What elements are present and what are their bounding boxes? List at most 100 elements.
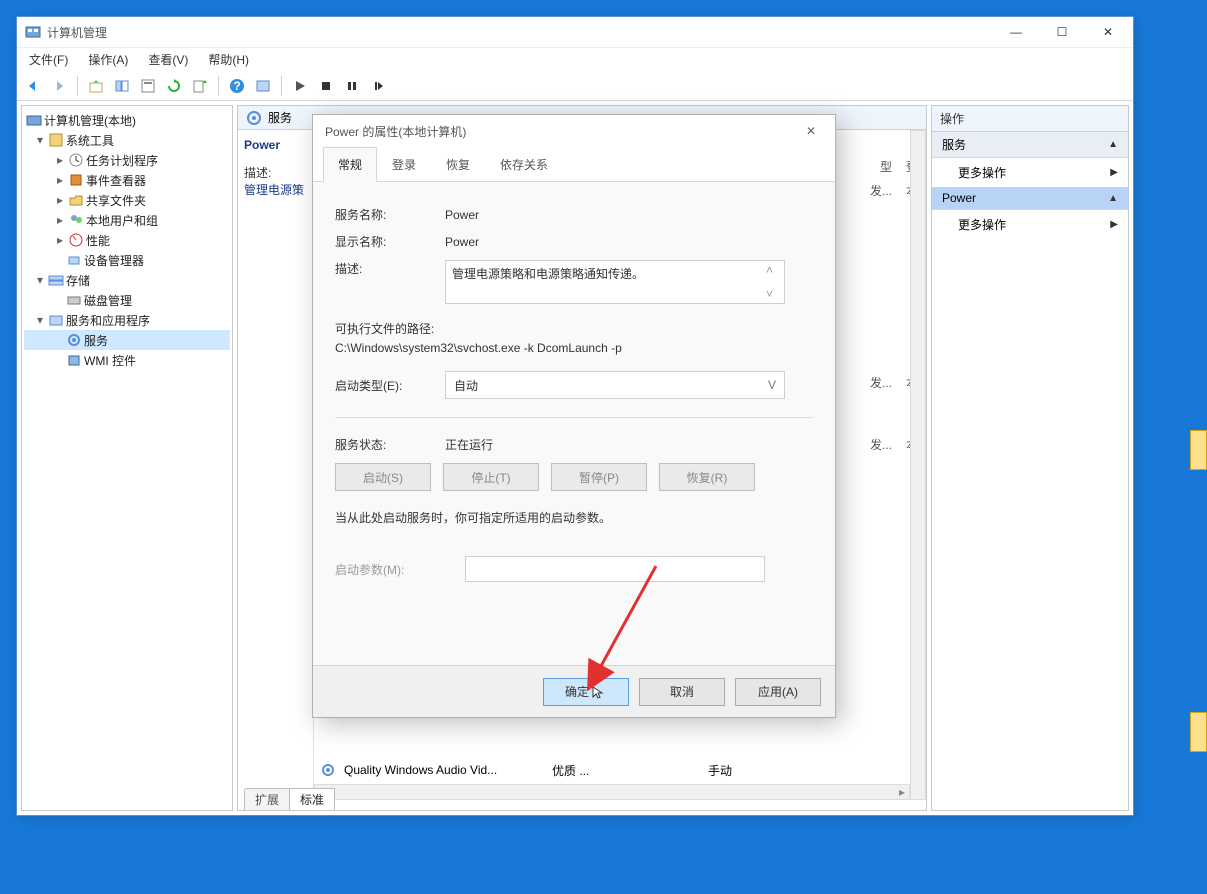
grid-button[interactable] <box>251 74 275 98</box>
tree-root[interactable]: 计算机管理(本地) <box>24 110 230 130</box>
label-description: 描述: <box>335 260 445 277</box>
resume-button[interactable]: 恢复(R) <box>659 463 755 491</box>
label-service-status: 服务状态: <box>335 436 445 453</box>
nav-tree[interactable]: 计算机管理(本地) ▾系统工具 ▸任务计划程序 ▸事件查看器 ▸共享文件夹 ▸本… <box>21 105 233 811</box>
tree-event-viewer[interactable]: ▸事件查看器 <box>24 170 230 190</box>
up-button[interactable] <box>84 74 108 98</box>
value-description: 管理电源策略和电源策略通知传递。 <box>452 265 644 282</box>
show-hide-tree-button[interactable] <box>110 74 134 98</box>
chevron-right-icon: ▶ <box>1110 167 1118 178</box>
tab-recovery[interactable]: 恢复 <box>431 147 485 182</box>
start-params-input[interactable] <box>465 556 765 582</box>
services-icon <box>246 110 262 126</box>
start-type-select[interactable]: 自动 V <box>445 371 785 399</box>
stop-button[interactable]: 停止(T) <box>443 463 539 491</box>
tree-device-manager[interactable]: 设备管理器 <box>24 250 230 270</box>
row-hint2: 发... <box>870 374 892 391</box>
svg-text:?: ? <box>233 79 240 93</box>
properties-toolbar-button[interactable] <box>136 74 160 98</box>
dialog-body: 服务名称:Power 显示名称:Power 描述: 管理电源策略和电源策略通知传… <box>313 182 835 606</box>
minimize-button[interactable]: — <box>993 17 1039 47</box>
menu-file[interactable]: 文件(F) <box>25 49 72 70</box>
row-name: Quality Windows Audio Vid... <box>344 763 544 777</box>
description-textarea[interactable]: 管理电源策略和电源策略通知传递。 ˄˅ <box>445 260 785 304</box>
desktop-folder-icon <box>1190 430 1207 470</box>
dialog-close-button[interactable]: ✕ <box>791 117 831 145</box>
stop-toolbar-button[interactable] <box>314 74 338 98</box>
tab-dependencies[interactable]: 依存关系 <box>485 147 563 182</box>
label-start-type: 启动类型(E): <box>335 377 445 394</box>
view-tabs: 扩展 标准 <box>238 788 334 810</box>
spin-buttons[interactable]: ˄˅ <box>766 263 782 301</box>
ok-button[interactable]: 确定 <box>543 678 629 706</box>
actions-header: 操作 <box>932 106 1128 132</box>
service-desc-panel: Power 描述: 管理电源策 <box>238 130 313 810</box>
actions-more-power[interactable]: 更多操作▶ <box>932 210 1128 239</box>
window-title: 计算机管理 <box>47 24 993 41</box>
actions-section-power[interactable]: Power▲ <box>932 187 1128 210</box>
tree-systools[interactable]: ▾系统工具 <box>24 130 230 150</box>
tree-local-users[interactable]: ▸本地用户和组 <box>24 210 230 230</box>
v-scrollbar[interactable] <box>910 130 926 800</box>
desc-label: 描述: <box>244 164 307 181</box>
refresh-button[interactable] <box>162 74 186 98</box>
service-row-icon <box>320 762 336 778</box>
menu-action[interactable]: 操作(A) <box>84 49 132 70</box>
actions-more-services[interactable]: 更多操作▶ <box>932 158 1128 187</box>
tab-general[interactable]: 常规 <box>323 147 377 182</box>
close-button[interactable]: ✕ <box>1085 17 1131 47</box>
tree-shared-folders[interactable]: ▸共享文件夹 <box>24 190 230 210</box>
nav-forward-button[interactable] <box>47 74 71 98</box>
row-start: 手动 <box>708 762 732 779</box>
row-hint1: 发... <box>870 182 892 199</box>
value-service-name: Power <box>445 208 813 222</box>
value-service-status: 正在运行 <box>445 436 813 453</box>
apply-button[interactable]: 应用(A) <box>735 678 821 706</box>
tree-disk-mgmt[interactable]: 磁盘管理 <box>24 290 230 310</box>
menu-help[interactable]: 帮助(H) <box>204 49 253 70</box>
maximize-button[interactable]: ☐ <box>1039 17 1085 47</box>
row-desc: 优质 ... <box>552 762 612 779</box>
label-exe-path: 可执行文件的路径: <box>335 320 813 337</box>
tree-performance[interactable]: ▸性能 <box>24 230 230 250</box>
desc-text: 管理电源策 <box>244 181 307 198</box>
actions-section-services[interactable]: 服务▲ <box>932 132 1128 158</box>
tree-task-scheduler[interactable]: ▸任务计划程序 <box>24 150 230 170</box>
toolbar: ? <box>17 71 1133 101</box>
start-button[interactable]: 启动(S) <box>335 463 431 491</box>
properties-dialog: Power 的属性(本地计算机) ✕ 常规 登录 恢复 依存关系 服务名称:Po… <box>312 114 836 718</box>
menu-view[interactable]: 查看(V) <box>144 49 192 70</box>
h-scrollbar[interactable]: ◂▸ <box>314 784 910 800</box>
pause-toolbar-button[interactable] <box>340 74 364 98</box>
menubar: 文件(F) 操作(A) 查看(V) 帮助(H) <box>17 47 1133 71</box>
pause-button[interactable]: 暂停(P) <box>551 463 647 491</box>
center-header-label: 服务 <box>268 109 292 126</box>
help-button[interactable]: ? <box>225 74 249 98</box>
restart-toolbar-button[interactable] <box>366 74 390 98</box>
play-button[interactable] <box>288 74 312 98</box>
cursor-icon <box>591 685 607 699</box>
value-display-name: Power <box>445 235 813 249</box>
dialog-tabs: 常规 登录 恢复 依存关系 <box>313 147 835 182</box>
tree-storage[interactable]: ▾存储 <box>24 270 230 290</box>
tree-services[interactable]: 服务 <box>24 330 230 350</box>
tab-logon[interactable]: 登录 <box>377 147 431 182</box>
actions-panel: 操作 服务▲ 更多操作▶ Power▲ 更多操作▶ <box>931 105 1129 811</box>
nav-back-button[interactable] <box>21 74 45 98</box>
value-exe-path: C:\Windows\system32\svchost.exe -k DcomL… <box>335 341 813 355</box>
label-service-name: 服务名称: <box>335 206 445 223</box>
row-hint3: 发... <box>870 436 892 453</box>
start-hint-text: 当从此处启动服务时，你可指定所适用的启动参数。 <box>335 509 813 526</box>
list-item[interactable]: Quality Windows Audio Vid... 优质 ... 手动 <box>320 760 926 780</box>
dialog-titlebar[interactable]: Power 的属性(本地计算机) ✕ <box>313 115 835 147</box>
dialog-footer: 确定 取消 应用(A) <box>313 665 835 717</box>
export-button[interactable] <box>188 74 212 98</box>
desktop-folder-icon <box>1190 712 1207 752</box>
col-hint-type: 型 <box>880 158 892 175</box>
tab-standard[interactable]: 标准 <box>289 788 335 810</box>
tab-extended[interactable]: 扩展 <box>244 788 290 810</box>
cancel-button[interactable]: 取消 <box>639 678 725 706</box>
value-start-type: 自动 <box>454 377 478 394</box>
tree-wmi[interactable]: WMI 控件 <box>24 350 230 370</box>
tree-svc-apps[interactable]: ▾服务和应用程序 <box>24 310 230 330</box>
